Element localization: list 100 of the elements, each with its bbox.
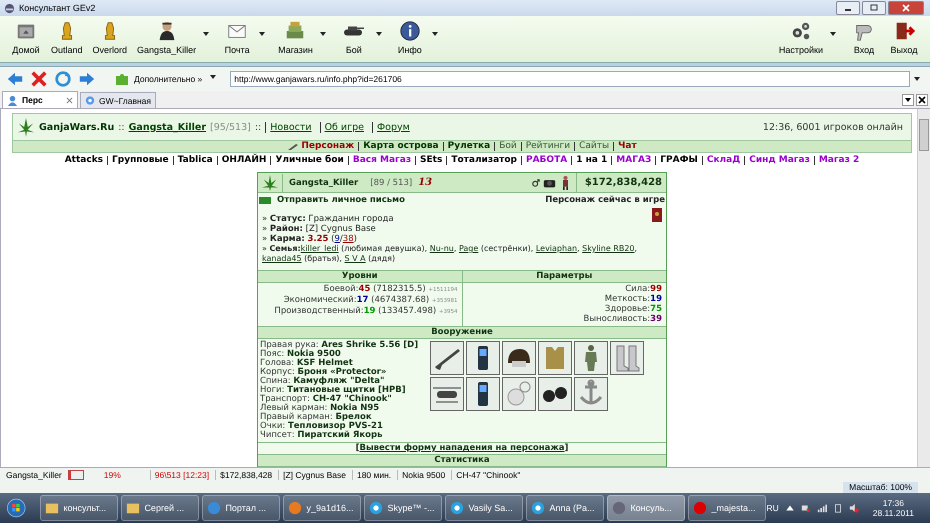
user-link[interactable]: Gangsta_Killer bbox=[128, 122, 206, 132]
folder-icon[interactable] bbox=[126, 501, 140, 515]
more-menu-button[interactable]: Дополнительно » bbox=[114, 71, 202, 87]
menu-link[interactable]: МАГАЗ bbox=[611, 156, 656, 164]
menu-link[interactable]: Групповые bbox=[107, 156, 173, 164]
caret-icon[interactable] bbox=[432, 32, 438, 36]
boots-icon[interactable] bbox=[610, 341, 644, 375]
back-arrow-icon[interactable] bbox=[6, 70, 24, 88]
karma-link[interactable]: 38 bbox=[342, 234, 354, 244]
taskbar-item[interactable]: _majesta... bbox=[688, 495, 766, 521]
toolbar-button[interactable]: Overlord bbox=[88, 16, 132, 55]
toolbar-button[interactable]: Выход bbox=[884, 16, 924, 55]
helmet-icon[interactable] bbox=[502, 341, 536, 375]
taskbar-item[interactable]: Skype™ -... bbox=[364, 495, 442, 521]
nav-link[interactable]: Новости bbox=[265, 122, 316, 132]
karma-link[interactable]: 9 bbox=[334, 234, 340, 244]
toolbar-button[interactable]: Вход bbox=[844, 16, 884, 55]
chat-icon[interactable] bbox=[450, 501, 464, 515]
toolbar-button[interactable]: Магазин bbox=[273, 16, 318, 55]
menu-link[interactable]: Вася Магаз bbox=[348, 156, 416, 164]
language-indicator[interactable]: RU bbox=[766, 503, 779, 513]
caret-icon[interactable] bbox=[259, 32, 266, 36]
taskbar-item[interactable]: y_9a1d16... bbox=[283, 495, 362, 521]
menu-link[interactable]: Бой bbox=[494, 142, 521, 151]
toolbar-button[interactable]: Домой bbox=[6, 16, 46, 55]
menu-link[interactable]: ГРАФЫ bbox=[655, 156, 702, 164]
menu-link[interactable]: Синд Магаз bbox=[744, 156, 814, 164]
taskbar-item[interactable]: консульт... bbox=[40, 495, 118, 521]
toolbar-button[interactable]: Настройки bbox=[774, 16, 828, 55]
menu-link[interactable]: Магаз 2 bbox=[814, 156, 864, 164]
dropdown-icon[interactable] bbox=[902, 94, 914, 106]
signal-icon[interactable] bbox=[816, 503, 827, 513]
caret-icon[interactable] bbox=[320, 32, 326, 36]
refresh-icon[interactable] bbox=[54, 70, 72, 88]
menu-link[interactable]: SEts bbox=[415, 156, 446, 164]
menu-link[interactable]: Уличные бои bbox=[270, 156, 348, 164]
network-icon[interactable] bbox=[800, 503, 811, 513]
family-link[interactable]: Skyline RB20 bbox=[582, 244, 635, 253]
caret-icon[interactable] bbox=[376, 32, 382, 36]
menu-link[interactable]: Tablica bbox=[172, 156, 217, 164]
close-icon[interactable] bbox=[916, 94, 928, 106]
nav-link[interactable]: Форум bbox=[372, 122, 414, 132]
toolbar-button[interactable]: Бой bbox=[334, 16, 374, 55]
globe-icon[interactable] bbox=[85, 95, 96, 106]
maximize-button[interactable] bbox=[862, 1, 886, 15]
chevron-up-icon[interactable] bbox=[784, 503, 795, 513]
rifle-icon[interactable] bbox=[430, 341, 464, 375]
family-link[interactable]: killer_ledi bbox=[300, 244, 339, 253]
taskbar-item[interactable]: Сергей ... bbox=[121, 495, 200, 521]
browser-tab[interactable]: Перс bbox=[2, 91, 78, 108]
caret-icon[interactable] bbox=[210, 75, 216, 79]
menu-link[interactable]: ОНЛАЙН bbox=[216, 156, 270, 164]
toolbar-button[interactable]: Gangsta_Killer bbox=[132, 16, 202, 55]
attack-form-link[interactable]: Вывести форму нападения на персонажа bbox=[359, 443, 565, 453]
menu-link[interactable]: Тотализатор bbox=[446, 156, 521, 164]
keychain-icon[interactable] bbox=[502, 377, 536, 411]
vest-icon[interactable] bbox=[538, 341, 572, 375]
chat-icon[interactable] bbox=[531, 501, 546, 515]
clock[interactable]: 17:36 28.11.2011 bbox=[872, 498, 914, 518]
speaker-icon[interactable] bbox=[848, 503, 859, 513]
address-field[interactable]: http://www.ganjawars.ru/info.php?id=261706 bbox=[230, 71, 910, 87]
menu-link[interactable]: Сайты bbox=[574, 142, 614, 151]
minimize-button[interactable] bbox=[836, 1, 860, 15]
person-icon[interactable] bbox=[7, 94, 18, 106]
folder-icon[interactable] bbox=[45, 501, 60, 515]
stop-icon[interactable] bbox=[30, 70, 48, 88]
caret-icon[interactable] bbox=[914, 77, 920, 81]
menu-link[interactable]: Персонаж bbox=[283, 142, 358, 151]
toolbar-button[interactable]: Почта bbox=[217, 16, 258, 55]
family-link[interactable]: Leviaphan bbox=[536, 244, 578, 253]
menu-link[interactable]: 1 на 1 bbox=[571, 156, 612, 164]
family-link[interactable]: S V A bbox=[344, 254, 366, 263]
chat-icon[interactable] bbox=[369, 501, 384, 515]
menu-link[interactable]: Рулетка bbox=[442, 142, 494, 151]
close-button[interactable] bbox=[888, 1, 924, 15]
menu-link[interactable]: Рейтинги bbox=[520, 142, 574, 151]
taskbar-item[interactable]: Vasily Sa... bbox=[445, 495, 524, 521]
taskbar-item[interactable]: Портал ... bbox=[202, 495, 280, 521]
family-link[interactable]: Page bbox=[458, 244, 478, 253]
menu-link[interactable]: РАБОТА bbox=[521, 156, 572, 164]
phone-icon[interactable] bbox=[466, 377, 500, 411]
toolbar-button[interactable]: Outland bbox=[46, 16, 88, 55]
nav-link[interactable]: Об игре bbox=[320, 122, 368, 132]
menu-link[interactable]: Attacks bbox=[60, 156, 108, 164]
soldier-icon[interactable] bbox=[574, 341, 608, 375]
maximize-icon[interactable] bbox=[869, 4, 879, 12]
phone-icon[interactable] bbox=[466, 341, 500, 375]
scrollbar[interactable] bbox=[917, 109, 930, 467]
menu-link[interactable]: Чат bbox=[613, 142, 641, 151]
family-link[interactable]: Nu-nu bbox=[430, 244, 454, 253]
toolbar-button[interactable]: Инфо bbox=[390, 16, 430, 55]
taskbar-item[interactable]: Anna (Pa... bbox=[526, 495, 604, 521]
menu-link[interactable]: СклаД bbox=[702, 156, 744, 164]
family-link[interactable]: kanada45 bbox=[262, 254, 302, 263]
browser-tab[interactable]: GW~Главная bbox=[80, 92, 156, 108]
envelope-icon[interactable] bbox=[259, 196, 271, 204]
battery-icon[interactable] bbox=[832, 503, 843, 513]
anchor-icon[interactable] bbox=[574, 377, 608, 411]
menu-link[interactable]: Карта острова bbox=[358, 142, 443, 151]
forward-arrow-icon[interactable] bbox=[78, 70, 96, 88]
